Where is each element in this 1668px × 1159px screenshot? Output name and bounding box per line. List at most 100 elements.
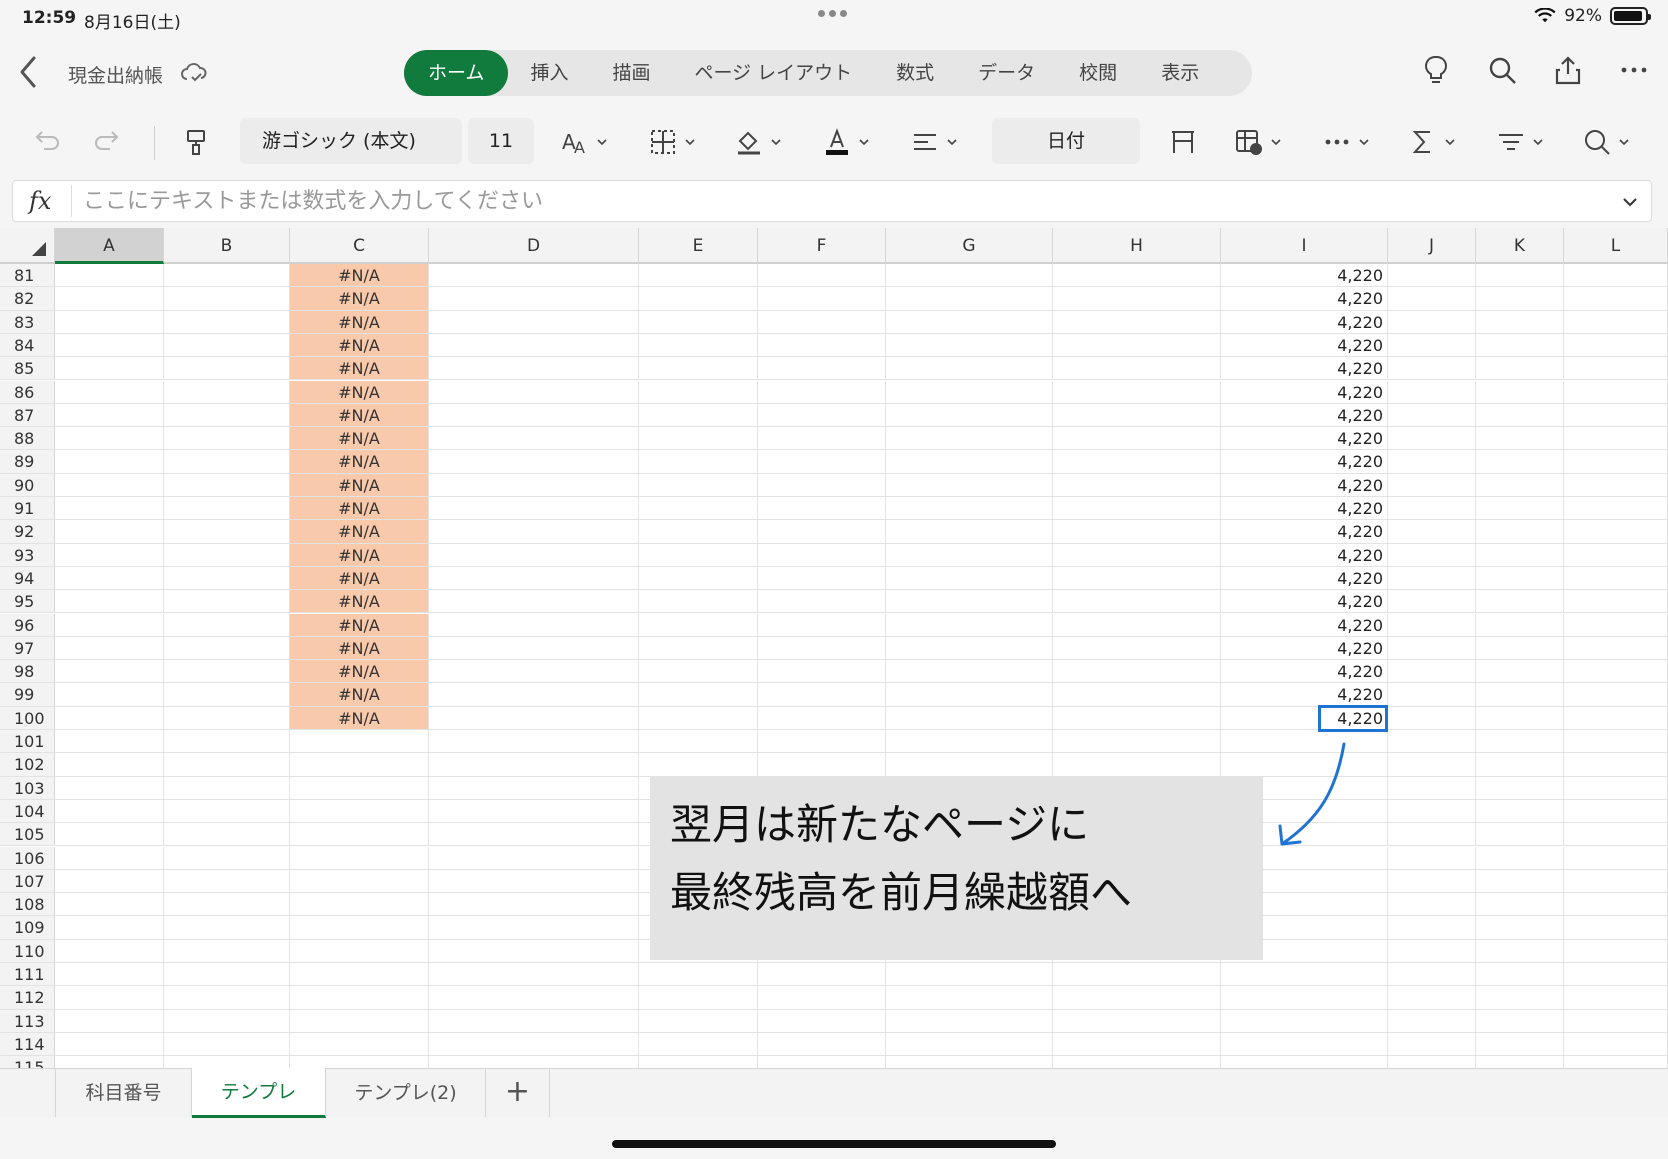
cell[interactable] [55,823,164,846]
cell[interactable] [1564,566,1668,590]
find-button[interactable] [1582,120,1630,164]
cell[interactable] [164,473,290,496]
cell[interactable] [55,520,164,543]
row-header[interactable]: 94 [0,566,55,590]
cell[interactable] [886,636,1053,660]
cell[interactable] [1388,357,1476,380]
cell[interactable] [1053,543,1221,566]
cell[interactable] [429,287,639,310]
cell[interactable] [1476,403,1564,427]
cell[interactable] [1388,427,1476,450]
cell[interactable] [1564,963,1668,986]
cell[interactable] [429,427,639,450]
cell[interactable] [55,706,164,729]
cell[interactable] [164,310,290,333]
cell[interactable] [429,264,639,287]
cell[interactable] [55,287,164,310]
font-size-field[interactable]: 11 [468,118,534,164]
cell[interactable] [1053,636,1221,660]
tab-1[interactable]: 挿入 [508,50,590,96]
cell[interactable] [1476,660,1564,683]
cell[interactable]: 4,220 [1221,333,1388,357]
cell[interactable] [1053,986,1221,1009]
cell[interactable] [1388,590,1476,613]
cell[interactable] [1564,403,1668,427]
cell[interactable] [1476,636,1564,660]
sheet-tab-0[interactable]: 科目番号 [55,1069,192,1117]
row-header[interactable]: 108 [0,893,55,916]
cell[interactable] [886,590,1053,613]
cell[interactable] [290,916,429,939]
cell[interactable] [1476,1056,1564,1068]
cell[interactable] [1476,869,1564,893]
cell[interactable] [164,590,290,613]
cell[interactable] [1388,380,1476,403]
row-header[interactable]: 112 [0,986,55,1009]
cell[interactable]: #N/A [290,264,429,287]
cell[interactable] [290,753,429,776]
cell[interactable] [1388,799,1476,823]
cell[interactable] [1476,333,1564,357]
cell[interactable] [1564,753,1668,776]
cell[interactable] [164,660,290,683]
cell[interactable] [164,683,290,706]
cell[interactable] [55,846,164,869]
row-header[interactable]: 86 [0,380,55,403]
cell[interactable] [164,1056,290,1068]
cell[interactable] [55,869,164,893]
tab-7[interactable]: 表示 [1139,50,1221,96]
home-indicator[interactable] [612,1140,1056,1148]
cell[interactable]: 4,220 [1221,566,1388,590]
column-header-d[interactable]: D [429,228,639,264]
cell[interactable] [886,403,1053,427]
cell[interactable] [55,380,164,403]
cell[interactable] [429,753,639,776]
cell[interactable] [55,986,164,1009]
row-header[interactable]: 87 [0,403,55,427]
cell[interactable] [758,683,886,706]
cell[interactable] [758,427,886,450]
cell[interactable] [55,566,164,590]
cell[interactable] [639,636,758,660]
add-sheet-button[interactable]: + [486,1069,550,1117]
column-header-e[interactable]: E [639,228,758,264]
cell[interactable] [886,1056,1053,1068]
chevron-down-icon[interactable] [1621,193,1639,211]
row-header[interactable]: 85 [0,357,55,380]
cell[interactable]: #N/A [290,683,429,706]
sheet-tab-1[interactable]: テンプレ [192,1068,326,1118]
cell[interactable] [1388,264,1476,287]
tab-0[interactable]: ホーム [404,50,509,96]
wrap-text-button[interactable] [1168,120,1198,164]
row-header[interactable]: 102 [0,753,55,776]
cell[interactable]: 4,220 [1221,287,1388,310]
cell[interactable] [55,357,164,380]
row-header[interactable]: 103 [0,776,55,799]
cell[interactable] [1388,473,1476,496]
align-button[interactable] [910,120,958,164]
cell[interactable] [1476,380,1564,403]
row-header[interactable]: 110 [0,939,55,962]
cell[interactable] [429,310,639,333]
cell[interactable] [1053,753,1221,776]
cell[interactable] [758,706,886,729]
cell[interactable] [1388,939,1476,962]
cell[interactable]: #N/A [290,450,429,473]
cell[interactable] [1564,730,1668,753]
cell[interactable] [290,776,429,799]
cell[interactable]: 4,220 [1221,310,1388,333]
cell[interactable] [1564,543,1668,566]
redo-button[interactable] [94,120,124,164]
cell[interactable] [1053,450,1221,473]
cell[interactable] [1476,776,1564,799]
cell[interactable] [1053,310,1221,333]
cell[interactable] [164,823,290,846]
cell[interactable] [164,1032,290,1056]
cell[interactable] [290,823,429,846]
cell[interactable]: 4,220 [1221,497,1388,520]
format-painter-button[interactable] [182,120,212,164]
cell[interactable] [1053,1032,1221,1056]
cell[interactable] [1053,380,1221,403]
cell[interactable] [164,636,290,660]
cell[interactable] [1476,986,1564,1009]
